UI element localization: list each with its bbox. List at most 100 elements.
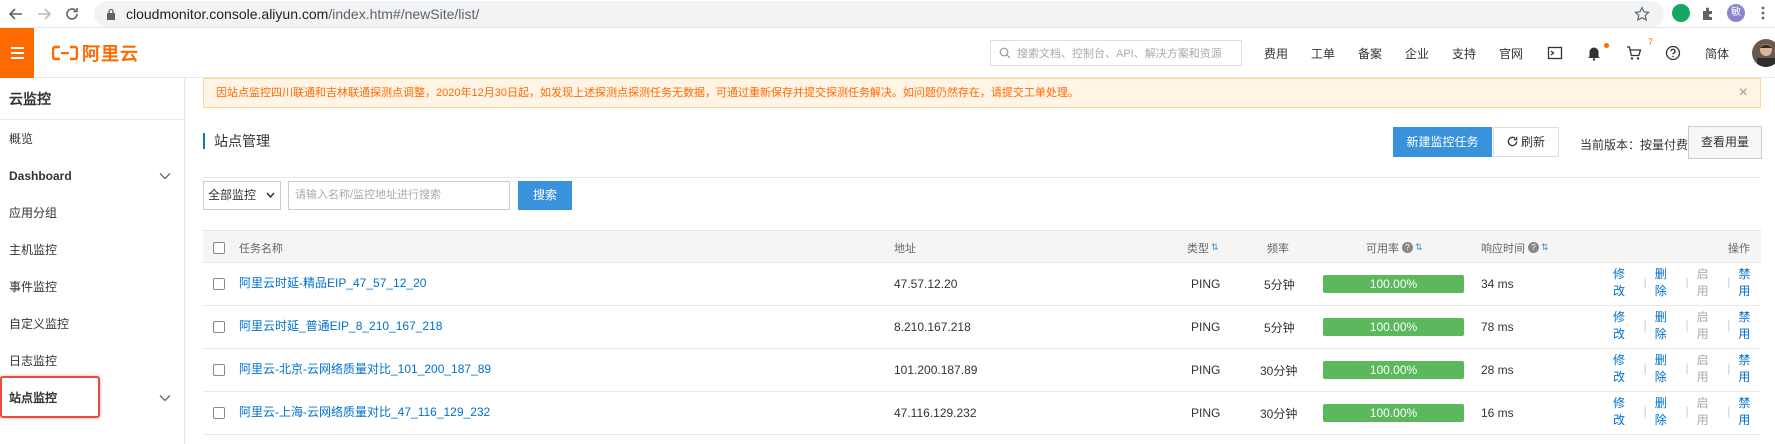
help-icon[interactable]: ? [1402, 242, 1413, 253]
task-response-time: 28 ms [1481, 363, 1514, 377]
col-response-time[interactable]: 响应时间? ⇅ [1481, 231, 1549, 264]
grammarly-extension-icon[interactable] [1672, 4, 1690, 22]
search-button[interactable]: 搜索 [518, 181, 572, 210]
nav-tickets[interactable]: 工单 [1311, 28, 1335, 78]
disable-link[interactable]: 禁用 [1738, 308, 1761, 342]
view-usage-button[interactable]: 查看用量 [1688, 126, 1762, 159]
reload-icon[interactable] [60, 2, 84, 26]
sidebar-item-overview[interactable]: 概览 [0, 121, 185, 158]
extensions-puzzle-icon[interactable] [1700, 5, 1716, 21]
table-row: 阿里云时延_普通EIP_8_210_167_218 8.210.167.218 PI… [203, 306, 1761, 349]
sidebar-item-label: Dashboard [9, 169, 72, 183]
back-icon[interactable] [4, 2, 28, 26]
global-search-input[interactable]: 搜索文档、控制台、API、解决方案和资源 [990, 40, 1242, 66]
aliyun-logo[interactable]: 阿里云 [52, 41, 139, 65]
col-availability[interactable]: 可用率? ⇅ [1366, 231, 1423, 264]
row-actions: 修改 | 删除 | 启用 | 禁用 [1613, 304, 1761, 346]
more-menu-icon[interactable] [1755, 5, 1771, 21]
task-frequency: 5分钟 [1264, 320, 1295, 335]
task-name-link[interactable]: 阿里云时延_普通EIP_8_210_167_218 [239, 304, 442, 346]
availability-bar: 100.00% [1323, 361, 1464, 379]
task-search-input[interactable]: 请输入名称/监控地址进行搜索 [288, 181, 510, 210]
sidebar-item-label: 应用分组 [9, 206, 58, 220]
enable-link[interactable]: 启用 [1697, 308, 1720, 342]
sidebar-item-dashboard[interactable]: Dashboard [0, 158, 185, 195]
version-text: 当前版本：按量付费 [1580, 138, 1689, 152]
language-switch[interactable]: 简体 [1705, 28, 1729, 78]
enable-link[interactable]: 启用 [1697, 265, 1720, 299]
help-icon[interactable]: ? [1528, 242, 1539, 253]
table-row: 阿里云时延-精品EIP_47_57_12_20 47.57.12.20 PING 5分… [203, 263, 1761, 306]
task-type: PING [1191, 363, 1221, 377]
sidebar-item-label: 概览 [9, 132, 34, 146]
help-icon[interactable] [1665, 45, 1681, 61]
delete-link[interactable]: 删除 [1655, 265, 1678, 299]
row-checkbox[interactable] [213, 278, 225, 290]
refresh-button[interactable]: 刷新 [1493, 127, 1559, 157]
chevron-down-icon [266, 192, 275, 199]
select-all-checkbox[interactable] [213, 241, 225, 254]
menu-icon[interactable] [0, 28, 34, 78]
enable-link[interactable]: 启用 [1697, 351, 1720, 385]
task-name-link[interactable]: 阿里云时延-精品EIP_47_57_12_20 [239, 261, 426, 303]
address-bar[interactable]: cloudmonitor.console.aliyun.com/index.ht… [94, 1, 1664, 27]
delete-link[interactable]: 删除 [1655, 308, 1678, 342]
sort-icon: ⇅ [1211, 242, 1219, 252]
cloud-shell-icon[interactable] [1547, 45, 1563, 61]
nav-fees[interactable]: 费用 [1264, 28, 1288, 78]
new-task-button[interactable]: 新建监控任务 [1393, 127, 1492, 157]
delete-link[interactable]: 删除 [1655, 351, 1678, 385]
sidebar-item-app-groups[interactable]: 应用分组 [0, 195, 185, 232]
monitor-filter-select[interactable]: 全部监控 [203, 181, 281, 210]
user-avatar[interactable] [1752, 39, 1775, 67]
row-checkbox[interactable] [213, 321, 225, 333]
nav-icp[interactable]: 备案 [1358, 28, 1382, 78]
chevron-down-icon [159, 173, 171, 180]
profile-avatar[interactable]: 敏 [1727, 4, 1745, 22]
sidebar-item-event-monitoring[interactable]: 事件监控 [0, 269, 185, 306]
shopping-cart-icon[interactable] [1626, 45, 1642, 61]
enable-link[interactable]: 启用 [1697, 394, 1720, 428]
sidebar-item-host-monitoring[interactable]: 主机监控 [0, 232, 185, 269]
availability-bar: 100.00% [1323, 404, 1464, 422]
disable-link[interactable]: 禁用 [1738, 394, 1761, 428]
task-name-link[interactable]: 阿里云-上海-云网络质量对比_47_116_129_232 [239, 390, 490, 432]
page-title: 站点管理 [203, 133, 270, 149]
row-checkbox[interactable] [213, 407, 225, 419]
col-address: 地址 [894, 242, 916, 255]
col-type[interactable]: 类型 ⇅ [1187, 231, 1219, 264]
global-search-placeholder: 搜索文档、控制台、API、解决方案和资源 [1017, 48, 1222, 60]
sidebar-item-log-monitoring[interactable]: 日志监控 [0, 343, 185, 380]
task-name-link[interactable]: 阿里云-北京-云网络质量对比_101_200_187_89 [239, 347, 491, 389]
close-icon[interactable]: × [1739, 79, 1748, 107]
console-header: 阿里云 搜索文档、控制台、API、解决方案和资源 费用 工单 备案 企业 支持 … [0, 28, 1775, 78]
nav-official-site[interactable]: 官网 [1499, 28, 1523, 78]
monitor-filter-value: 全部监控 [208, 188, 257, 202]
forward-icon[interactable] [32, 2, 56, 26]
row-checkbox[interactable] [213, 364, 225, 376]
notice-banner: 因站点监控四川联通和吉林联通探测点调整，2020年12月30日起，如发现上述探测… [203, 78, 1761, 108]
row-actions: 修改 | 删除 | 启用 | 禁用 [1613, 390, 1761, 432]
nav-support[interactable]: 支持 [1452, 28, 1476, 78]
task-response-time: 78 ms [1481, 320, 1514, 334]
edit-link[interactable]: 修改 [1613, 308, 1636, 342]
col-name: 任务名称 [239, 242, 283, 255]
disable-link[interactable]: 禁用 [1738, 265, 1761, 299]
edit-link[interactable]: 修改 [1613, 265, 1636, 299]
availability-bar: 100.00% [1323, 318, 1464, 336]
task-search-placeholder: 请输入名称/监控地址进行搜索 [295, 189, 442, 201]
bookmark-star-icon[interactable] [1634, 6, 1650, 22]
edit-link[interactable]: 修改 [1613, 351, 1636, 385]
task-address: 47.57.12.20 [894, 277, 958, 291]
disable-link[interactable]: 禁用 [1738, 351, 1761, 385]
row-actions: 修改 | 删除 | 启用 | 禁用 [1613, 261, 1761, 303]
sidebar-item-custom-monitoring[interactable]: 自定义监控 [0, 306, 185, 343]
notification-bell-icon[interactable] [1586, 45, 1602, 61]
edit-link[interactable]: 修改 [1613, 394, 1636, 428]
task-address: 8.210.167.218 [894, 320, 971, 334]
nav-enterprise[interactable]: 企业 [1405, 28, 1429, 78]
sidebar-item-label: 日志监控 [9, 354, 58, 368]
url-host: cloudmonitor.console.aliyun.com [126, 6, 329, 22]
browser-toolbar: cloudmonitor.console.aliyun.com/index.ht… [0, 0, 1775, 28]
delete-link[interactable]: 删除 [1655, 394, 1678, 428]
